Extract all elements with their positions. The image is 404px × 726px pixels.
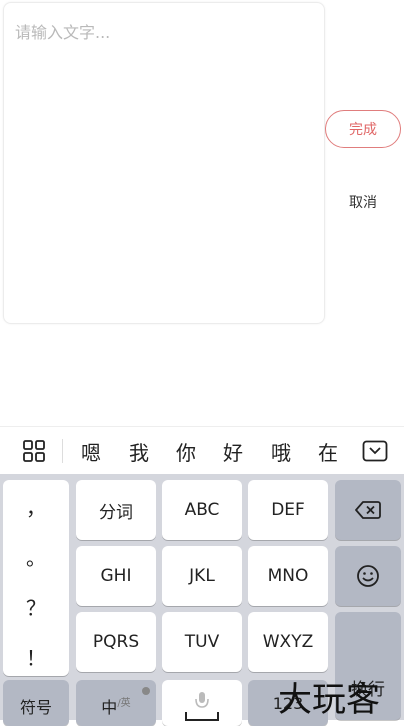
punctuation-key-exclamation[interactable]: ！ xyxy=(3,642,69,671)
space-key[interactable] xyxy=(162,680,242,726)
grid-menu-icon[interactable] xyxy=(22,439,46,463)
watermark-logo: 大玩客 xyxy=(278,680,380,720)
key-mno[interactable]: MNO xyxy=(248,546,328,606)
key-jkl[interactable]: JKL xyxy=(162,546,242,606)
key-segment[interactable]: 分词 xyxy=(76,480,156,540)
text-input-area[interactable]: 请输入文字... xyxy=(3,2,325,324)
chinese-label: 中 xyxy=(101,698,118,717)
symbols-key[interactable]: 符号 xyxy=(3,680,69,726)
candidate-divider xyxy=(62,439,63,463)
punctuation-key-period[interactable]: 。 xyxy=(3,542,69,571)
smiley-icon xyxy=(357,565,379,587)
language-switch-key[interactable]: 中/英 xyxy=(76,680,156,726)
candidate-bar: 嗯 我 你 好 哦 在 xyxy=(0,426,404,475)
key-ghi[interactable]: GHI xyxy=(76,546,156,606)
microphone-icon xyxy=(185,692,219,721)
key-wxyz[interactable]: WXYZ xyxy=(248,612,328,672)
english-label: /英 xyxy=(117,698,131,709)
candidate-word[interactable]: 你 xyxy=(172,437,200,466)
collapse-keyboard-icon[interactable] xyxy=(362,440,388,462)
key-abc[interactable]: ABC xyxy=(162,480,242,540)
punctuation-key-comma[interactable]: ， xyxy=(3,492,69,521)
cancel-button[interactable]: 取消 xyxy=(336,190,390,214)
key-tuv[interactable]: TUV xyxy=(162,612,242,672)
punctuation-column: ， 。 ？ ！ xyxy=(3,480,69,676)
candidate-word[interactable]: 我 xyxy=(125,437,153,466)
emoji-key[interactable] xyxy=(335,546,401,606)
candidate-word[interactable]: 在 xyxy=(314,437,342,466)
done-button[interactable]: 完成 xyxy=(325,110,401,148)
candidate-word[interactable]: 哦 xyxy=(267,437,295,466)
text-input-placeholder: 请输入文字... xyxy=(15,23,111,42)
candidate-word[interactable]: 好 xyxy=(219,437,247,466)
candidate-word[interactable]: 嗯 xyxy=(77,437,105,466)
backspace-icon xyxy=(355,501,381,519)
ime-indicator-dot xyxy=(142,687,150,695)
punctuation-key-question[interactable]: ？ xyxy=(3,592,69,621)
key-def[interactable]: DEF xyxy=(248,480,328,540)
key-pqrs[interactable]: PQRS xyxy=(76,612,156,672)
backspace-key[interactable] xyxy=(335,480,401,540)
